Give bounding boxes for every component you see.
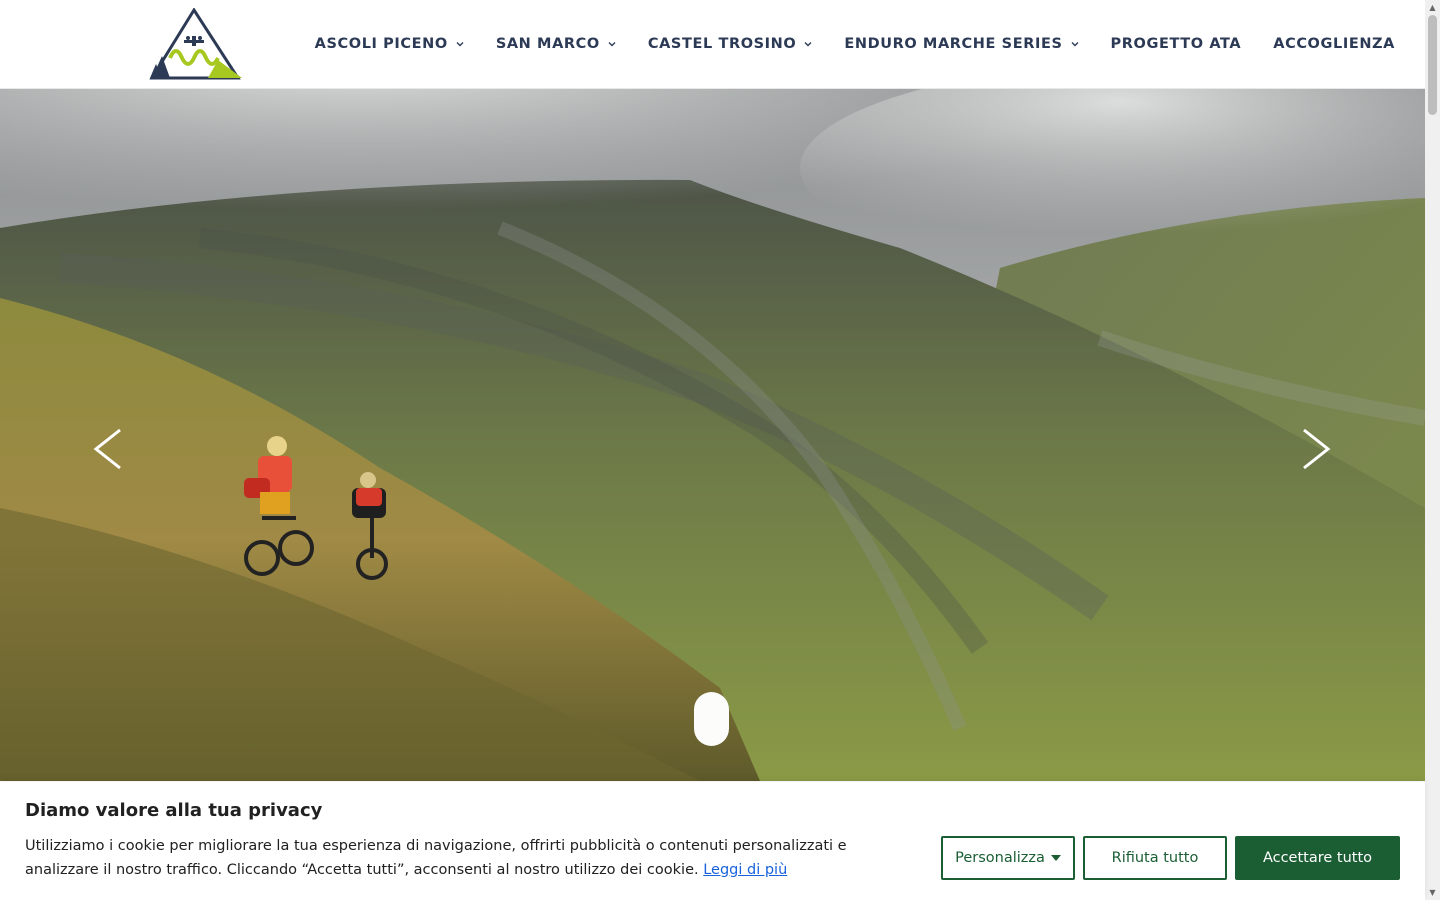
chevron-down-icon <box>608 42 616 47</box>
slider-next-button[interactable] <box>1296 426 1336 472</box>
page-scrollbar[interactable]: ▲ ▼ <box>1425 0 1440 900</box>
scroll-up-icon[interactable]: ▲ <box>1428 3 1437 12</box>
customize-button-label: Personalizza <box>955 850 1045 866</box>
nav-item-label: ACCOGLIENZA <box>1273 36 1395 52</box>
nav-item-label: SAN MARCO <box>495 36 600 52</box>
main-nav: ASCOLI PICENO SAN MARCO CASTEL TROSINO E… <box>315 0 1395 88</box>
nav-item-progetto-ata[interactable]: PROGETTO ATA <box>1111 36 1242 52</box>
chevron-right-icon <box>1303 428 1331 470</box>
nav-item-san-marco[interactable]: SAN MARCO <box>496 36 616 52</box>
cookie-banner: Diamo valore alla tua privacy Utilizziam… <box>0 782 1425 900</box>
nav-item-label: ASCOLI PICENO <box>314 36 448 52</box>
slider-prev-button[interactable] <box>88 426 128 472</box>
accept-button-label: Accettare tutto <box>1262 850 1373 866</box>
nav-item-enduro-marche-series[interactable]: ENDURO MARCHE SERIES <box>844 36 1079 52</box>
slide-dot[interactable] <box>694 692 729 746</box>
site-header: ASCOLI PICENO SAN MARCO CASTEL TROSINO E… <box>0 0 1425 89</box>
cookie-text: Utilizziamo i cookie per migliorare la t… <box>25 834 915 882</box>
caret-down-icon <box>1050 855 1061 861</box>
reject-button-label: Rifiuta tutto <box>1111 850 1199 866</box>
chevron-left-icon <box>93 428 121 470</box>
accept-all-button[interactable]: Accettare tutto <box>1235 836 1400 880</box>
nav-item-label: PROGETTO ATA <box>1110 36 1242 52</box>
scroll-thumb[interactable] <box>1428 15 1437 115</box>
customize-button[interactable]: Personalizza <box>941 836 1075 880</box>
nav-item-label: ENDURO MARCHE SERIES <box>844 36 1063 52</box>
site-logo[interactable] <box>148 7 244 80</box>
nav-item-accoglienza[interactable]: ACCOGLIENZA <box>1273 36 1395 52</box>
nav-item-castel-trosino[interactable]: CASTEL TROSINO <box>648 36 812 52</box>
nav-item-label: CASTEL TROSINO <box>647 36 797 52</box>
nav-item-ascoli-piceno[interactable]: ASCOLI PICENO <box>315 36 464 52</box>
read-more-link[interactable]: Leggi di più <box>703 862 787 878</box>
hero-image <box>0 88 1425 781</box>
cookie-title: Diamo valore alla tua privacy <box>25 800 323 821</box>
scroll-down-icon[interactable]: ▼ <box>1428 888 1437 897</box>
hero-slider <box>0 88 1425 781</box>
chevron-down-icon <box>804 42 812 47</box>
chevron-down-icon <box>456 42 464 47</box>
chevron-down-icon <box>1071 42 1079 47</box>
reject-all-button[interactable]: Rifiuta tutto <box>1083 836 1227 880</box>
